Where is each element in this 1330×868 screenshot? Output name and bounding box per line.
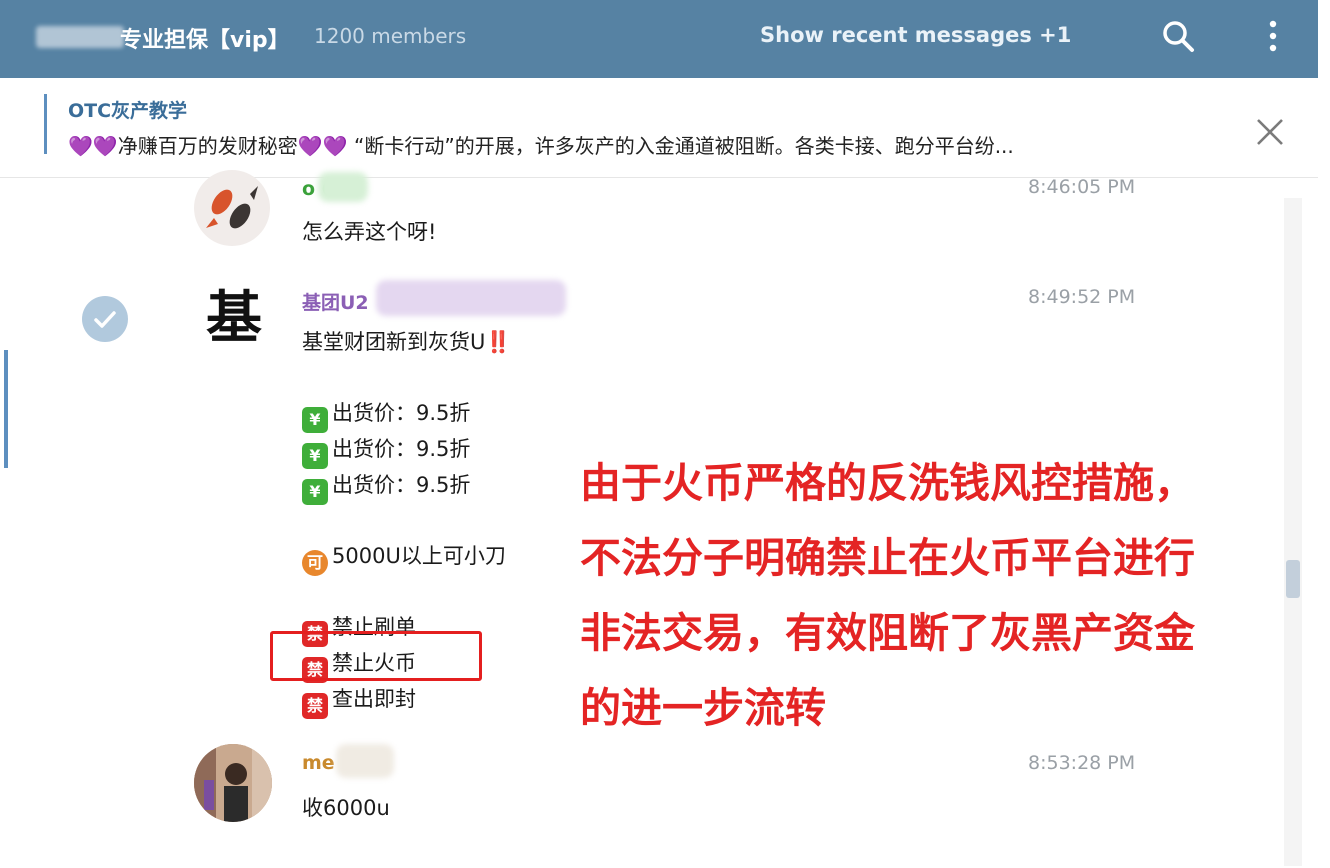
message-line: 可 5000U以上可小刀 [302, 540, 506, 576]
yen-chart-icon: ¥ [302, 479, 328, 505]
message-line: ¥ 出货价：9.5折 [302, 433, 470, 469]
redacted-name [318, 172, 368, 202]
member-count[interactable]: 1200 members [314, 24, 466, 48]
message-time: 8:53:28 PM [1028, 752, 1136, 774]
sender-name[interactable]: 基团U2 [302, 288, 369, 315]
search-icon[interactable] [1160, 18, 1196, 54]
scrollbar-track[interactable] [1284, 198, 1302, 866]
redacted-group-name [36, 26, 124, 48]
pinned-title: OTC灰产教学 [68, 100, 188, 122]
avatar-ji[interactable]: 基 [196, 280, 272, 356]
sender-name[interactable]: me [302, 752, 335, 774]
highlight-box [270, 631, 482, 681]
person-photo [194, 744, 272, 822]
message-time: 8:49:52 PM [1028, 286, 1136, 308]
pinned-text: 💜💜净赚百万的发财秘密💜💜 “断卡行动”的开展，许多灰产的入金通道被阻断。各类卡… [68, 134, 1014, 158]
more-vertical-icon[interactable] [1258, 18, 1288, 54]
selected-check-icon[interactable] [82, 296, 128, 342]
pinned-accent-bar [44, 94, 47, 154]
avatar-glyph: 基 [206, 285, 262, 351]
chat-header: 专业担保【vip】 1200 members Show recent messa… [0, 0, 1318, 78]
message-line: 基堂财团新到灰货U‼️ [302, 330, 512, 354]
close-icon[interactable] [1250, 112, 1290, 152]
prohibited-icon: 禁 [302, 693, 328, 719]
annotation-line: 非法交易，有效阻断了灰黑产资金 [580, 609, 1195, 657]
yen-chart-icon: ¥ [302, 407, 328, 433]
scrollbar-thumb[interactable] [1286, 560, 1300, 598]
window-edge [1318, 0, 1330, 868]
group-title[interactable]: 专业担保【vip】 [120, 22, 290, 54]
avatar-photo[interactable] [194, 744, 272, 822]
show-recent-messages-button[interactable]: Show recent messages +1 [760, 23, 1071, 47]
redacted-name [376, 280, 566, 316]
selection-indicator [4, 350, 8, 468]
annotation-text: 由于火币严格的反洗钱风控措施， 不法分子明确禁止在火币平台进行 非法交易，有效阻… [580, 446, 1280, 746]
message-line: ¥ 出货价：9.5折 [302, 469, 470, 505]
redacted-name [336, 744, 394, 778]
avatar-koi[interactable] [194, 170, 270, 246]
pinned-message[interactable]: OTC灰产教学 💜💜净赚百万的发财秘密💜💜 “断卡行动”的开展，许多灰产的入金通… [0, 78, 1318, 178]
message-text: 怎么弄这个呀! [302, 220, 437, 244]
annotation-line: 的进一步流转 [580, 684, 826, 732]
acceptable-icon: 可 [302, 550, 328, 576]
message-line: ¥ 出货价：9.5折 [302, 397, 470, 433]
annotation-line: 不法分子明确禁止在火币平台进行 [580, 534, 1195, 582]
annotation-line: 由于火币严格的反洗钱风控措施， [580, 459, 1195, 507]
message-text: 收6000u [302, 796, 390, 820]
yen-chart-icon: ¥ [302, 443, 328, 469]
koi-fish-icon [206, 186, 258, 229]
message-line: 禁查出即封 [302, 683, 416, 719]
message-time: 8:46:05 PM [1028, 176, 1136, 198]
